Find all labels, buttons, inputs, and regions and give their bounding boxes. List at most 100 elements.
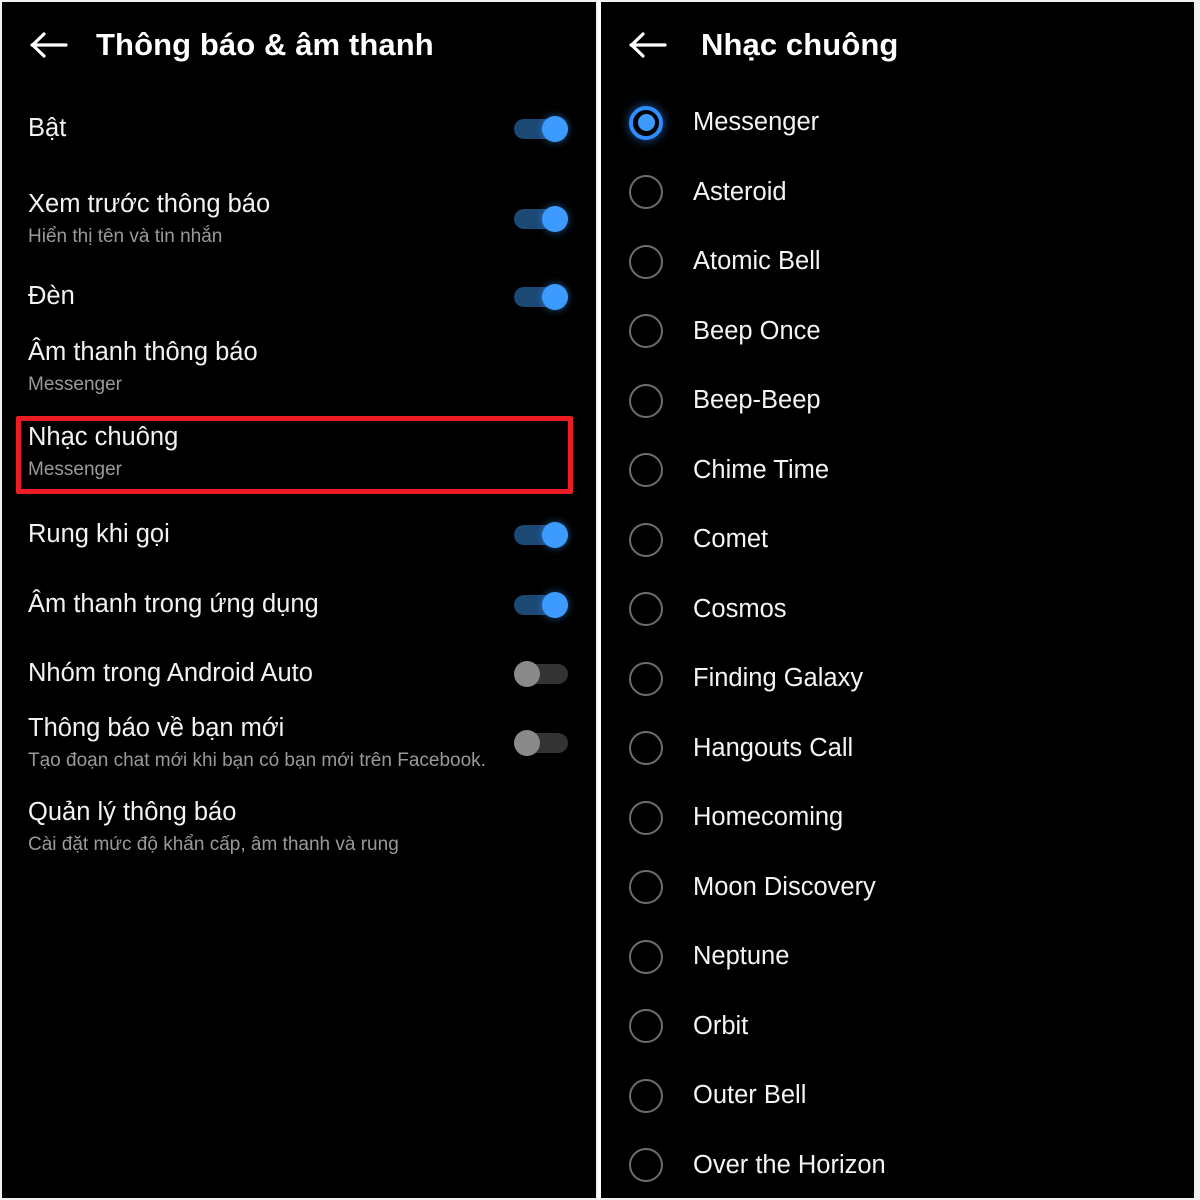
radio-button-icon[interactable] [629, 661, 663, 696]
ringtone-label: Atomic Bell [693, 247, 821, 276]
notifications-and-sounds-screen: Thông báo & âm thanh Bật Xem trước thông … [0, 0, 598, 1200]
ringtone-label: Orbit [693, 1011, 749, 1040]
toggle-switch[interactable] [514, 116, 568, 142]
setting-title: Nhóm trong Android Auto [28, 659, 313, 688]
ringtone-option-row[interactable]: Chime Time [601, 436, 1194, 506]
setting-row-texts: Nhạc chuông Messenger [28, 423, 568, 481]
toggle-thumb [542, 116, 568, 142]
toggle-switch[interactable] [514, 730, 568, 757]
setting-subtitle: Cài đặt mức độ khẩn cấp, âm thanh và run… [28, 833, 399, 855]
ringtone-label: Over the Horizon [693, 1150, 886, 1179]
ringtone-option-row[interactable]: Atomic Bell [601, 227, 1194, 297]
ringtone-option-row[interactable]: Beep Once [601, 297, 1194, 367]
toggle-thumb [514, 730, 540, 757]
setting-title: Âm thanh thông báo [28, 338, 258, 366]
ringtone-option-row[interactable]: Finding Galaxy [601, 644, 1194, 714]
left-appbar: Thông báo & âm thanh [2, 2, 596, 88]
setting-row-texts: Xem trước thông báo Hiển thị tên và tin n… [28, 190, 498, 248]
toggle-switch[interactable] [514, 592, 568, 618]
ringtone-option-list: Messenger Asteroid Atomic Bell Beep Once Bee… [601, 88, 1194, 1199]
setting-title: Quản lý thông báo [28, 798, 237, 826]
setting-subtitle: Messenger [28, 373, 122, 395]
toggle-thumb [542, 522, 568, 548]
setting-row-texts: Đèn [28, 282, 498, 312]
right-appbar: Nhạc chuông [601, 2, 1194, 88]
ringtone-label: Finding Galaxy [693, 664, 864, 693]
ringtone-label: Moon Discovery [693, 872, 876, 901]
toggle-switch[interactable] [514, 284, 568, 310]
setting-title: Bật [28, 114, 67, 143]
radio-button-icon[interactable] [629, 939, 663, 974]
radio-button-icon[interactable] [629, 314, 663, 349]
setting-row-texts: Nhóm trong Android Auto [28, 659, 498, 689]
ringtone-option-row[interactable]: Moon Discovery [601, 853, 1194, 923]
radio-button-selected-icon[interactable] [629, 105, 663, 140]
setting-row[interactable]: Nhạc chuông Messenger [2, 423, 596, 481]
ringtone-label: Chime Time [693, 455, 830, 484]
radio-button-icon[interactable] [629, 453, 663, 488]
toggle-switch[interactable] [514, 206, 568, 233]
ringtone-option-row[interactable]: Cosmos [601, 575, 1194, 645]
setting-subtitle: Hiển thị tên và tin nhắn [28, 225, 223, 247]
setting-row[interactable]: Bật [2, 106, 596, 152]
radio-button-icon[interactable] [629, 731, 663, 766]
radio-button-icon[interactable] [629, 1078, 663, 1113]
ringtone-option-row[interactable]: Messenger [601, 88, 1194, 158]
setting-title: Nhạc chuông [28, 423, 179, 451]
ringtone-label: Comet [693, 525, 769, 554]
radio-button-icon[interactable] [629, 592, 663, 627]
setting-row[interactable]: Quản lý thông báo Cài đặt mức độ khẩn cấp… [2, 798, 596, 856]
radio-button-icon[interactable] [629, 1009, 663, 1044]
radio-button-icon[interactable] [629, 800, 663, 835]
ringtone-label: Hangouts Call [693, 733, 854, 762]
back-arrow-icon[interactable] [621, 23, 677, 67]
toggle-thumb [542, 284, 568, 310]
setting-title: Rung khi gọi [28, 520, 170, 549]
setting-row-texts: Rung khi gọi [28, 520, 498, 550]
setting-row[interactable]: Âm thanh trong ứng dụng [2, 582, 596, 628]
toggle-switch[interactable] [514, 522, 568, 548]
radio-button-icon[interactable] [629, 1148, 663, 1183]
ringtone-option-row[interactable]: Comet [601, 505, 1194, 575]
ringtone-option-row[interactable]: Homecoming [601, 783, 1194, 853]
setting-row[interactable]: Nhóm trong Android Auto [2, 651, 596, 697]
ringtone-label: Asteroid [693, 177, 787, 206]
radio-button-icon[interactable] [629, 522, 663, 557]
toggle-switch[interactable] [514, 661, 568, 687]
setting-row[interactable]: Thông báo về bạn mới Tạo đoạn chat mới kh… [2, 714, 596, 772]
radio-button-icon[interactable] [629, 244, 663, 279]
radio-button-icon[interactable] [629, 383, 663, 418]
ringtone-option-row[interactable]: Neptune [601, 922, 1194, 992]
setting-row[interactable]: Âm thanh thông báo Messenger [2, 338, 596, 396]
ringtone-option-row[interactable]: Asteroid [601, 158, 1194, 228]
ringtone-option-row[interactable]: Orbit [601, 992, 1194, 1062]
toggle-thumb [514, 661, 540, 687]
toggle-thumb [542, 206, 568, 233]
ringtone-option-row[interactable]: Over the Horizon [601, 1131, 1194, 1199]
ringtone-option-row[interactable]: Outer Bell [601, 1061, 1194, 1131]
radio-button-icon[interactable] [629, 175, 663, 210]
ringtone-label: Beep-Beep [693, 386, 821, 415]
left-page-title: Thông báo & âm thanh [96, 27, 434, 62]
ringtone-label: Cosmos [693, 594, 787, 623]
right-page-title: Nhạc chuông [701, 27, 899, 62]
setting-row[interactable]: Xem trước thông báo Hiển thị tên và tin n… [2, 190, 596, 248]
setting-title: Đèn [28, 282, 75, 311]
back-arrow-icon[interactable] [22, 23, 78, 67]
setting-row-texts: Thông báo về bạn mới Tạo đoạn chat mới kh… [28, 714, 498, 772]
ringtone-option-row[interactable]: Beep-Beep [601, 366, 1194, 436]
ringtone-label: Beep Once [693, 316, 821, 345]
ringtone-label: Homecoming [693, 803, 844, 832]
setting-row[interactable]: Rung khi gọi [2, 512, 596, 558]
setting-row-texts: Âm thanh thông báo Messenger [28, 338, 568, 396]
ringtone-picker-screen: Nhạc chuông Messenger Asteroid Atomic Bell… [598, 0, 1196, 1200]
radio-button-icon[interactable] [629, 870, 663, 905]
setting-subtitle: Messenger [28, 458, 122, 480]
setting-title: Xem trước thông báo [28, 190, 271, 218]
setting-row-texts: Quản lý thông báo Cài đặt mức độ khẩn cấp… [28, 798, 568, 856]
ringtone-label: Neptune [693, 942, 790, 971]
setting-subtitle: Tạo đoạn chat mới khi bạn có bạn mới trê… [28, 749, 486, 771]
ringtone-label: Messenger [693, 108, 820, 137]
setting-row[interactable]: Đèn [2, 274, 596, 320]
ringtone-option-row[interactable]: Hangouts Call [601, 714, 1194, 784]
